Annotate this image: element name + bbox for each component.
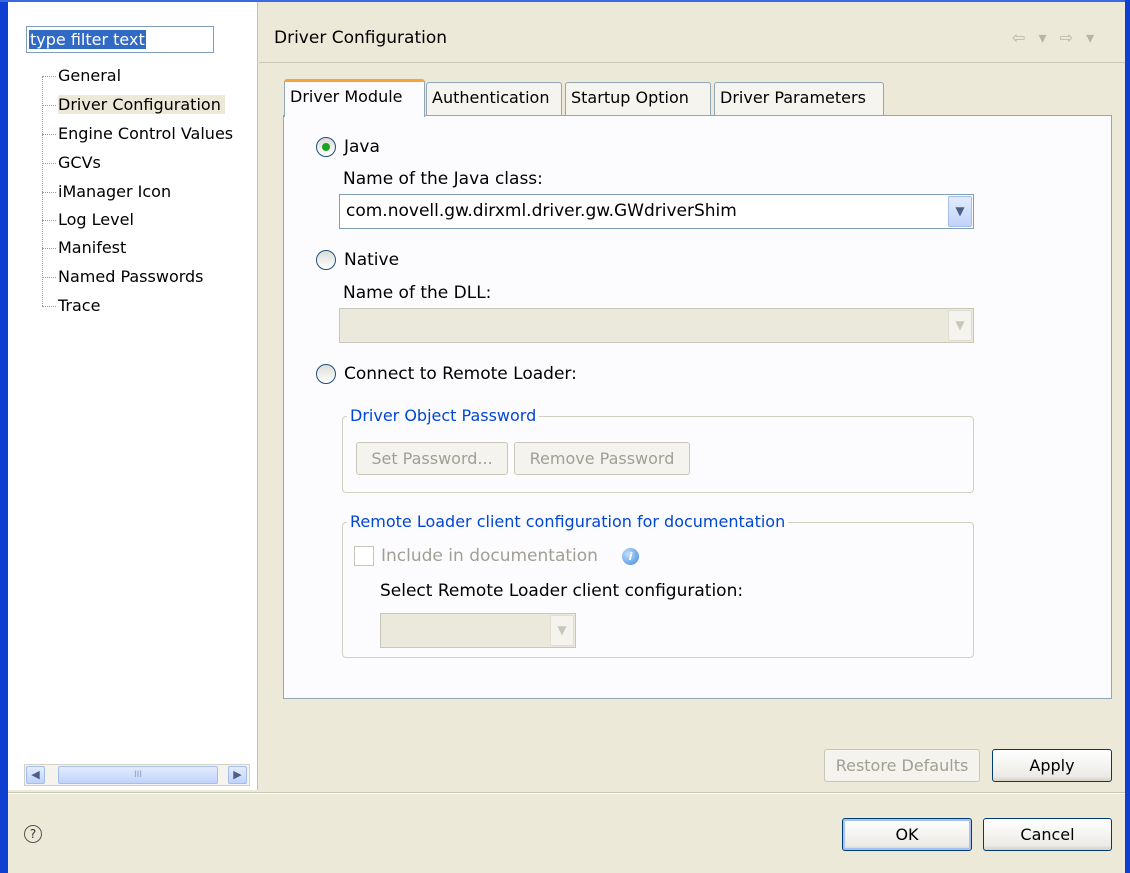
tree-item-label[interactable]: General <box>58 66 121 85</box>
chevron-down-icon[interactable]: ▼ <box>948 310 972 341</box>
scroll-right-icon[interactable]: ▶ <box>228 766 247 784</box>
scroll-thumb-grip: III <box>134 770 142 780</box>
tree-item-imanager-icon[interactable]: iManager Icon <box>42 180 171 204</box>
tree-item-manifest[interactable]: Manifest <box>42 236 126 260</box>
driver-object-password-title: Driver Object Password <box>347 406 540 425</box>
restore-defaults-button[interactable]: Restore Defaults <box>824 749 980 782</box>
window-frame-right <box>1125 0 1130 873</box>
dll-label: Name of the DLL: <box>343 283 492 303</box>
info-icon[interactable]: i <box>622 548 639 565</box>
help-icon[interactable]: ? <box>24 825 42 843</box>
set-password-button[interactable]: Set Password... <box>356 442 508 475</box>
tree-item-log-level[interactable]: Log Level <box>42 208 134 232</box>
remote-loader-label[interactable]: Connect to Remote Loader: <box>344 364 577 384</box>
java-class-value[interactable]: com.novell.gw.dirxml.driver.gw.GWdriverS… <box>346 195 737 228</box>
chevron-down-icon[interactable]: ▼ <box>550 615 574 646</box>
tree-item-label[interactable]: Log Level <box>58 210 134 229</box>
java-class-combo[interactable]: com.novell.gw.dirxml.driver.gw.GWdriverS… <box>339 194 974 229</box>
tab-driver-parameters[interactable]: Driver Parameters <box>714 82 884 116</box>
rl-config-combo[interactable]: ▼ <box>380 613 576 648</box>
tree-item-trace[interactable]: Trace <box>42 294 100 318</box>
tree-item-label[interactable]: Manifest <box>58 238 126 257</box>
tree-item-label[interactable]: Engine Control Values <box>58 124 233 143</box>
tree-item-driver-configuration[interactable]: Driver Configuration <box>42 93 225 117</box>
history-nav-icons[interactable]: ⇦ ▾ ⇨ ▾ <box>1012 28 1098 47</box>
java-radio[interactable] <box>316 137 336 157</box>
ok-button[interactable]: OK <box>842 818 972 851</box>
java-label[interactable]: Java <box>344 137 380 157</box>
dialog-button-divider <box>8 792 1125 794</box>
apply-button[interactable]: Apply <box>992 749 1112 782</box>
tree-item-label[interactable]: Driver Configuration <box>58 95 225 114</box>
cancel-button[interactable]: Cancel <box>983 818 1112 851</box>
tree-item-gcvs[interactable]: GCVs <box>42 151 101 175</box>
remote-loader-radio[interactable] <box>316 364 336 384</box>
tree-item-label[interactable]: GCVs <box>58 153 101 172</box>
preference-tree-panel <box>8 2 258 790</box>
dll-combo[interactable]: ▼ <box>339 308 974 343</box>
remove-password-button[interactable]: Remove Password <box>514 442 690 475</box>
tree-item-general[interactable]: General <box>42 64 121 88</box>
page-title: Driver Configuration <box>274 28 448 48</box>
tab-startup-option[interactable]: Startup Option <box>565 82 711 116</box>
tab-authentication[interactable]: Authentication <box>426 82 562 116</box>
native-radio[interactable] <box>316 250 336 270</box>
native-label[interactable]: Native <box>344 250 399 270</box>
filter-input[interactable]: type filter text <box>26 26 214 53</box>
tree-item-label[interactable]: Trace <box>58 296 100 315</box>
include-doc-checkbox[interactable] <box>354 546 374 566</box>
tab-driver-module[interactable]: Driver Module <box>284 79 425 117</box>
filter-input-text[interactable]: type filter text <box>29 30 146 49</box>
scroll-left-icon[interactable]: ◀ <box>26 766 45 784</box>
chevron-down-icon[interactable]: ▼ <box>948 196 972 227</box>
include-doc-label[interactable]: Include in documentation <box>381 546 598 566</box>
java-class-label: Name of the Java class: <box>343 169 543 189</box>
select-rl-label: Select Remote Loader client configuratio… <box>380 581 744 601</box>
horizontal-scrollbar[interactable]: ◀ III ▶ <box>24 764 250 786</box>
window-frame-left <box>0 0 8 873</box>
tree-item-label[interactable]: Named Passwords <box>58 267 204 286</box>
header-divider <box>259 62 1125 63</box>
tree-item-label[interactable]: iManager Icon <box>58 182 171 201</box>
scroll-thumb[interactable]: III <box>58 766 218 784</box>
remote-loader-doc-title: Remote Loader client configuration for d… <box>347 512 789 531</box>
tree-item-named-passwords[interactable]: Named Passwords <box>42 265 204 289</box>
tree-item-engine-control-values[interactable]: Engine Control Values <box>42 122 233 146</box>
